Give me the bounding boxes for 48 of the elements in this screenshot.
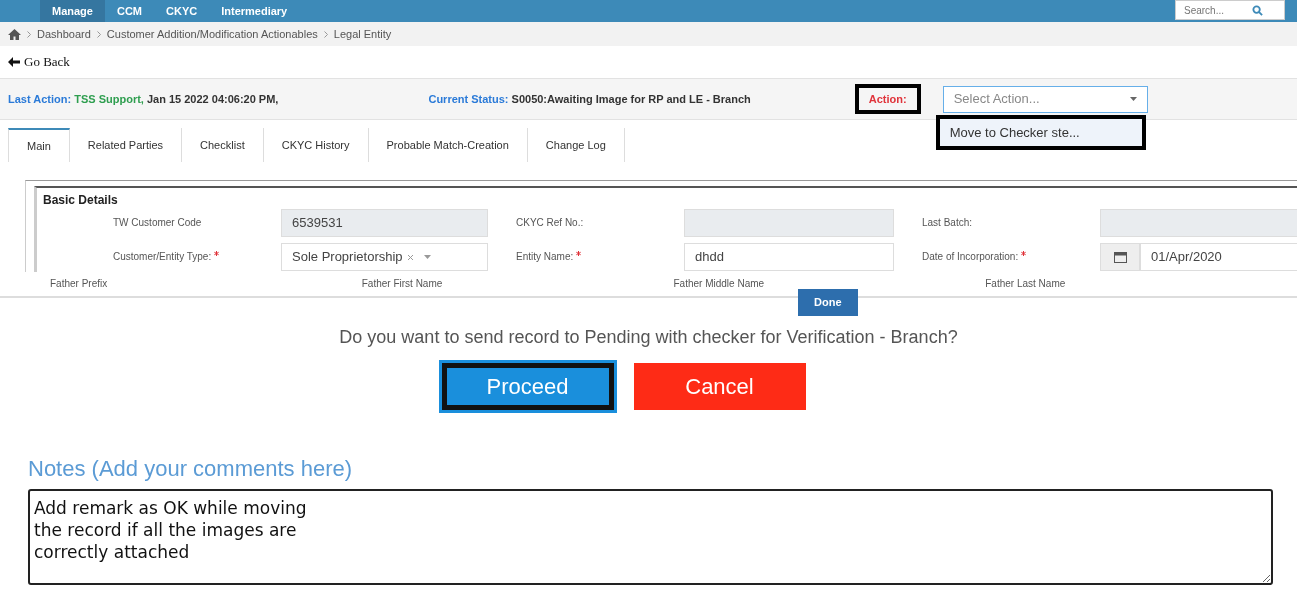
section-title: Basic Details <box>43 192 119 209</box>
breadcrumb-link[interactable]: Dashboard <box>37 25 91 43</box>
field-label: Entity Name: <box>516 251 656 263</box>
search-icon[interactable] <box>1252 4 1263 16</box>
nav-item[interactable]: Intermediary <box>209 0 300 22</box>
back-link[interactable]: Go Back <box>8 52 70 72</box>
search-field[interactable]: Search... <box>1175 0 1285 20</box>
required-icon <box>214 251 220 256</box>
cancel-button[interactable]: Cancel <box>633 363 806 410</box>
nav-item[interactable]: CKYC <box>154 0 210 22</box>
notes-heading: Notes (Add your comments here) <box>28 455 354 483</box>
field-label: Date of Incorporation: <box>922 251 1072 263</box>
question-text: Do you want to send record to Pending with checker for Verification - Branch? <box>338 326 959 349</box>
calendar-button[interactable] <box>1100 243 1140 271</box>
required-icon <box>576 251 582 256</box>
field-label: Father Middle Name <box>673 276 766 291</box>
clear-icon[interactable] <box>406 253 414 261</box>
field-label: Father First Name <box>361 276 444 291</box>
nav-item[interactable]: CCM <box>104 0 155 22</box>
chevron-icon <box>323 30 328 38</box>
status-text: Current Status: S0050:Awaiting Image for RP and LE - Branch <box>428 91 751 107</box>
calendar-icon <box>1113 251 1127 263</box>
field-label: Customer/Entity Type: <box>113 251 253 263</box>
nav-item[interactable]: Manage <box>40 0 105 22</box>
home-icon[interactable] <box>8 28 21 40</box>
chevron-icon <box>27 30 31 38</box>
action-label: Action: <box>854 83 921 115</box>
caret-icon[interactable] <box>423 255 431 259</box>
field-label: TW Customer Code <box>113 217 203 229</box>
field-label: Father Prefix <box>50 276 109 291</box>
last-action-text: Last Action: TSS Support, Jan 15 2022 04:06:20 PM, <box>8 91 279 107</box>
caret-icon[interactable] <box>1129 97 1137 101</box>
notes-field[interactable]: Add remark as OK while moving the record if all the images are correctly attached <box>28 489 1273 585</box>
arrow-left-icon[interactable] <box>8 57 20 67</box>
proceed-button[interactable]: Proceed <box>441 363 614 410</box>
breadcrumb-link[interactable]: Legal Entity <box>333 25 392 43</box>
field-label: Father Last Name <box>985 276 1067 291</box>
date-field[interactable]: 01/Apr/2020 <box>1140 243 1297 271</box>
done-button[interactable]: Done <box>798 289 858 316</box>
dropdown-option[interactable]: Move to Checker ste... <box>935 114 1146 150</box>
breadcrumb-link[interactable]: Customer Addition/Modification Actionables <box>106 25 318 43</box>
field-label: CKYC Ref No.: <box>516 217 585 229</box>
chevron-icon <box>96 30 101 38</box>
required-icon <box>1021 251 1027 256</box>
field-label: Last Batch: <box>922 217 974 229</box>
input-field[interactable]: dhdd <box>684 243 894 271</box>
tab[interactable]: Main <box>8 128 70 162</box>
select-field[interactable]: Sole Proprietorship <box>281 243 488 271</box>
